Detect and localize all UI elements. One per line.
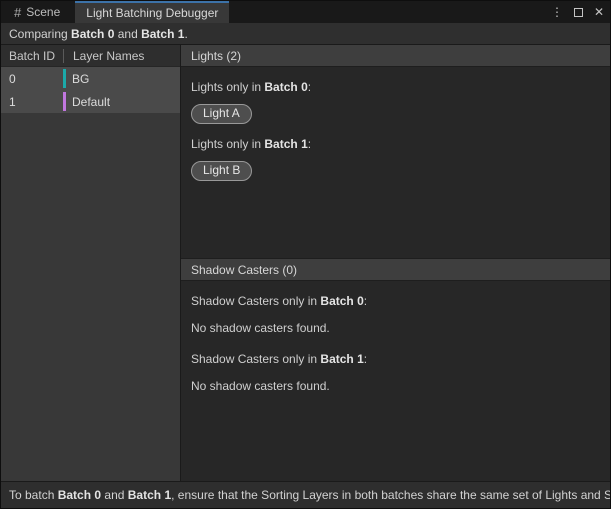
maximize-box	[574, 8, 583, 17]
batch-id-cell: 0	[1, 72, 63, 86]
batch-table-header: Batch ID Layer Names	[1, 45, 180, 67]
shadow-casters-section-title: Shadow Casters (0)	[191, 263, 297, 277]
tab-light-batching-debugger[interactable]: Light Batching Debugger	[75, 1, 229, 23]
maximize-icon[interactable]	[571, 5, 585, 19]
batching-hint-text: To batch Batch 0 and Batch 1, ensure tha…	[9, 488, 610, 502]
shadow-casters-batch-1-empty-message: No shadow casters found.	[191, 379, 600, 393]
window-controls: ⋮ ✕	[550, 1, 606, 23]
shadow-casters-section-header: Shadow Casters (0)	[181, 259, 610, 281]
light-batching-debugger-window: # Scene Light Batching Debugger ⋮ ✕ Comp…	[0, 0, 611, 509]
shadow-casters-batch-0-empty-message: No shadow casters found.	[191, 321, 600, 335]
shadow-casters-batch-0-label: Shadow Casters only in Batch 0:	[191, 294, 600, 308]
layer-name-label: Default	[72, 95, 110, 109]
batching-hint-bar: To batch Batch 0 and Batch 1, ensure tha…	[1, 481, 610, 508]
table-row-batch-0[interactable]: 0 BG	[1, 67, 180, 90]
comparison-detail-panel: Lights (2) Lights only in Batch 0: Light…	[181, 45, 610, 481]
shadow-casters-batch-1-label: Shadow Casters only in Batch 1:	[191, 352, 600, 366]
batch-table-panel: Batch ID Layer Names 0 BG 1 Default	[1, 45, 181, 481]
main-split: Batch ID Layer Names 0 BG 1 Default	[1, 45, 610, 481]
column-header-layer-names: Layer Names	[63, 49, 180, 63]
lights-section-body: Lights only in Batch 0: Light A Lights o…	[181, 67, 610, 259]
lights-batch-0-label: Lights only in Batch 0:	[191, 80, 600, 94]
light-b-pill-button[interactable]: Light B	[191, 161, 252, 181]
close-icon[interactable]: ✕	[592, 5, 606, 19]
layer-name-cell: Default	[63, 90, 180, 113]
menu-icon[interactable]: ⋮	[550, 5, 564, 19]
grid-icon: #	[14, 6, 21, 19]
lights-batch-1-label: Lights only in Batch 1:	[191, 137, 600, 151]
lights-section-title: Lights (2)	[191, 49, 241, 63]
tab-scene[interactable]: # Scene	[3, 1, 71, 23]
layer-color-bar	[63, 69, 66, 88]
layer-color-bar	[63, 92, 66, 111]
light-a-pill-button[interactable]: Light A	[191, 104, 252, 124]
table-row-batch-1[interactable]: 1 Default	[1, 90, 180, 113]
tab-scene-label: Scene	[26, 5, 60, 19]
layer-name-label: BG	[72, 72, 89, 86]
lights-section-header: Lights (2)	[181, 45, 610, 67]
comparing-text: Comparing Batch 0 and Batch 1.	[9, 27, 188, 41]
batch-id-cell: 1	[1, 95, 63, 109]
layer-name-cell: BG	[63, 67, 180, 90]
column-header-batch-id: Batch ID	[1, 49, 63, 63]
window-tab-bar: # Scene Light Batching Debugger ⋮ ✕	[1, 1, 610, 23]
comparing-status-bar: Comparing Batch 0 and Batch 1.	[1, 23, 610, 45]
tab-light-batching-debugger-label: Light Batching Debugger	[86, 6, 218, 20]
shadow-casters-section-body: Shadow Casters only in Batch 0: No shado…	[181, 281, 610, 481]
